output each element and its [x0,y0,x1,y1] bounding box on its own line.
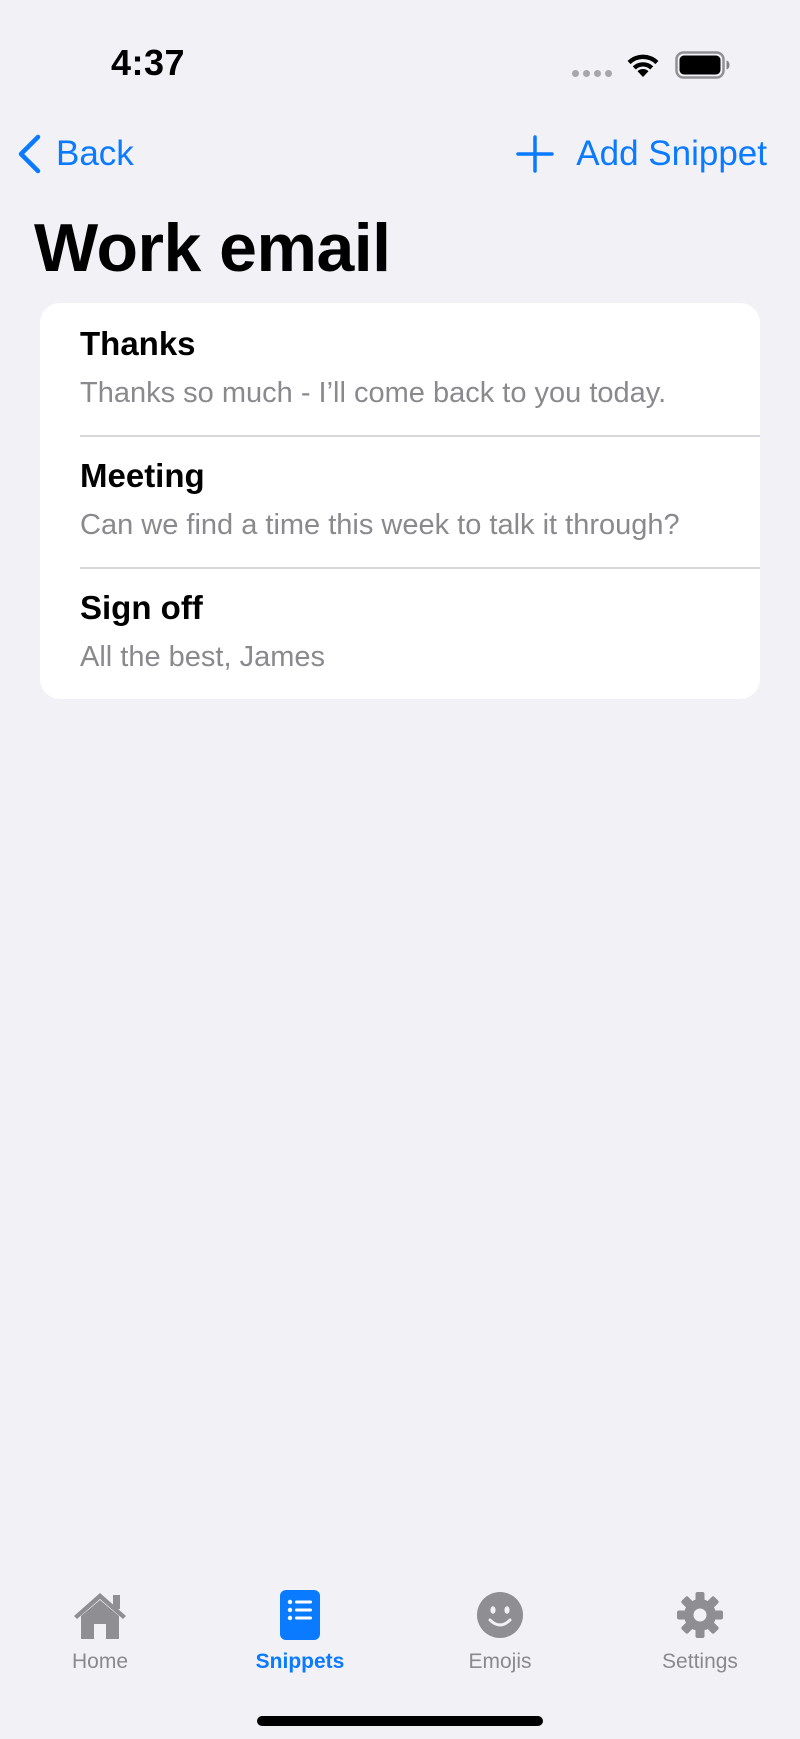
snippet-row-sign-off[interactable]: Sign off All the best, James [40,567,760,699]
back-button[interactable]: Back [16,134,134,174]
tab-snippets[interactable]: Snippets [200,1586,400,1674]
battery-icon [675,51,730,79]
home-icon [74,1593,126,1639]
plus-icon [516,135,555,173]
emoji-icon [477,1592,523,1638]
snippet-title: Thanks [80,325,196,362]
tab-home[interactable]: Home [0,1586,200,1674]
page-title: Work email [34,210,391,286]
status-time: 4:37 [111,42,186,83]
tab-emojis[interactable]: Emojis [400,1586,600,1674]
status-bar: 4:37 [0,0,800,110]
gear-icon [677,1592,723,1638]
tab-home-label: Home [71,1650,129,1673]
navigation-bar: Back Add Snippet [0,120,800,192]
add-snippet-button[interactable]: Add Snippet [516,134,767,174]
tab-settings-label: Settings [662,1650,738,1673]
back-button-label: Back [56,134,134,173]
tab-emojis-label: Emojis [468,1650,532,1673]
wifi-icon [627,54,659,77]
tab-snippets-label: Snippets [255,1650,345,1673]
snippet-body: Thanks so much - I’ll come back to you t… [80,377,667,409]
snippet-body: Can we find a time this week to talk it … [80,509,680,541]
snippet-row-thanks[interactable]: Thanks Thanks so much - I’ll come back t… [40,303,760,435]
snippet-title: Meeting [80,457,205,494]
snippet-title: Sign off [80,589,203,626]
cellular-signal-icon [572,70,612,77]
chevron-left-icon [18,134,41,174]
tab-settings[interactable]: Settings [600,1586,800,1674]
snippet-list: Thanks Thanks so much - I’ll come back t… [40,303,760,699]
add-snippet-label: Add Snippet [576,134,767,173]
tab-bar: Home Snippets Emojis Settings [0,1576,800,1739]
snippet-row-meeting[interactable]: Meeting Can we find a time this week to … [40,435,760,567]
snippets-icon [280,1590,320,1640]
snippet-body: All the best, James [80,641,325,673]
home-indicator[interactable] [257,1716,543,1726]
